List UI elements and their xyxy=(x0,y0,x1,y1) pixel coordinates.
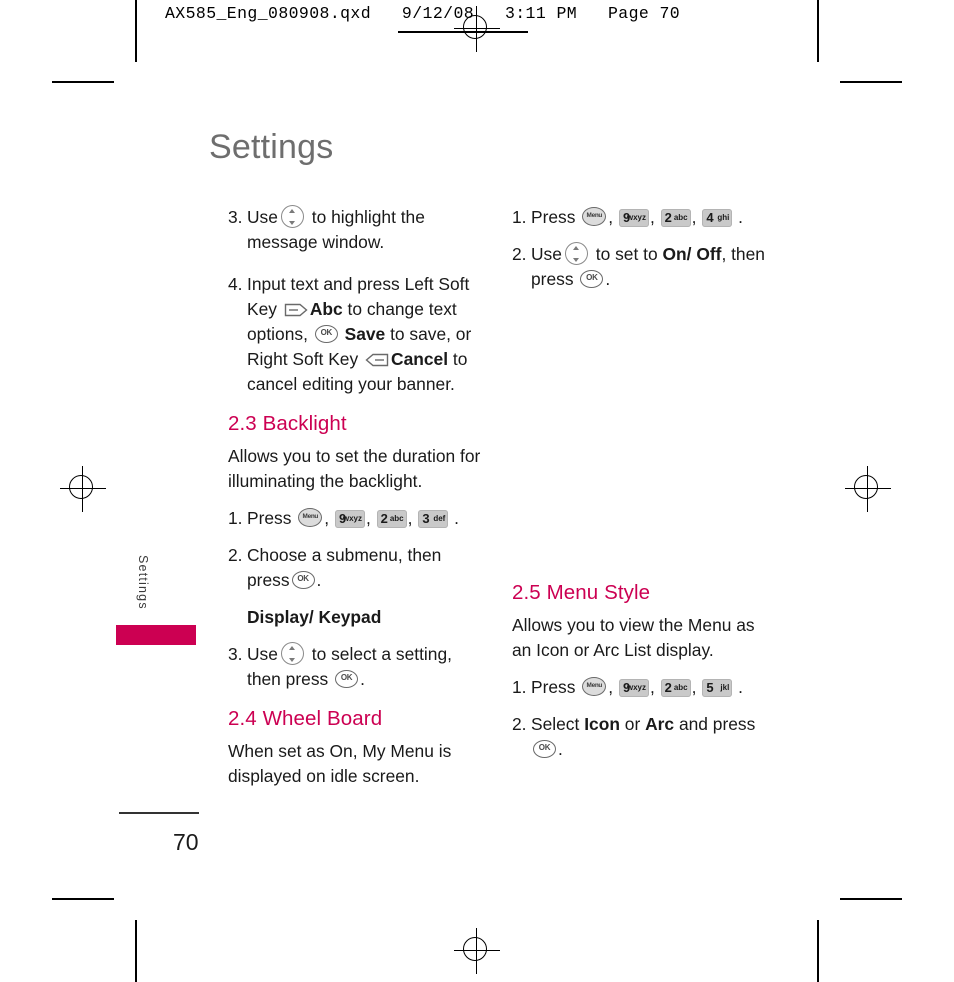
option-arc-label: Arc xyxy=(645,714,675,734)
section-2-4-description: When set as On, My Menu is displayed on … xyxy=(228,741,452,786)
section-2-3-submenu: Display/ Keypad xyxy=(228,605,484,630)
step-body: Input text and press Left Soft Key Abc t… xyxy=(247,272,484,397)
softkey-label-abc: Abc xyxy=(309,299,343,319)
press-label: Press xyxy=(531,677,576,697)
left-step-4: 4. Input text and press Left Soft Key Ab… xyxy=(228,272,484,397)
key-5-icon: 5 jkl xyxy=(702,679,733,697)
left-step-3: 3. Use to highlight the message window. xyxy=(228,205,484,255)
step-text-before: Use xyxy=(247,644,278,664)
section-2-3-step-2: 2. Choose a submenu, then press OK. xyxy=(228,543,484,593)
ok-key-icon: OK xyxy=(291,571,315,589)
ok-key-icon: OK xyxy=(533,740,556,758)
key-3-icon: 3 def xyxy=(418,510,449,528)
section-2-3-description: Allows you to set the duration for illum… xyxy=(228,446,481,491)
step-body: Select Icon or Arc and press OK. xyxy=(531,714,756,759)
nav-key-icon xyxy=(280,642,304,665)
key-4-icon: 4 ghi xyxy=(702,209,733,227)
step-text: Choose a submenu, then press xyxy=(247,545,442,590)
step-number: 1. xyxy=(512,677,527,697)
footer-rule xyxy=(119,812,199,814)
press-label: Press xyxy=(247,508,292,528)
section-heading-2-3: 2.3 Backlight xyxy=(228,412,347,435)
key-9-icon: 9 wxyz xyxy=(618,679,649,697)
step-text-before: Use xyxy=(247,207,278,227)
step-text-before: Select xyxy=(531,714,580,734)
side-tab-label: Settings xyxy=(136,555,150,610)
step-number: 2. xyxy=(512,244,527,264)
step-body: Choose a submenu, then press OK. xyxy=(247,545,442,590)
section-2-3-step-1: 1. Press Menu, 9 wxyz, 2 abc, 3 def . xyxy=(228,506,484,531)
section-heading-2-4: 2.4 Wheel Board xyxy=(228,707,383,730)
step-body: Press Menu, 9 wxyz, 2 abc, 5 jkl . xyxy=(531,677,743,697)
left-column: 3. Use to highlight the message window. … xyxy=(228,205,484,795)
section-2-3-step-3: 3. Use to select a setting, then press O… xyxy=(228,642,484,692)
right-step-1: 1. Press Menu, 9 wxyz, 2 abc, 4 ghi . xyxy=(512,205,774,230)
submenu-label: Display/ Keypad xyxy=(247,607,382,627)
step-number: 2. xyxy=(512,714,527,734)
step-text-before: Use xyxy=(531,244,562,264)
right-soft-key-icon xyxy=(365,353,389,367)
section-2-5-step-1: 1. Press Menu, 9 wxyz, 2 abc, 5 jkl . xyxy=(512,675,774,700)
section-2-5-step-2: 2. Select Icon or Arc and press OK. xyxy=(512,712,774,762)
right-column: 1. Press Menu, 9 wxyz, 2 abc, 4 ghi . 2. Us… xyxy=(512,205,774,768)
step-indent xyxy=(228,605,247,630)
step-body: Use to highlight the message window. xyxy=(247,205,484,255)
onoff-label: On/ Off xyxy=(662,244,722,264)
nav-key-icon xyxy=(564,242,588,265)
nav-key-icon xyxy=(280,205,304,228)
step-text-after: and press xyxy=(678,714,756,734)
key-9-icon: 9 wxyz xyxy=(618,209,649,227)
softkey-label-save: Save xyxy=(344,324,386,344)
step-body: Use to set to On/ Off, then press OK. xyxy=(531,242,765,289)
section-2-5-description: Allows you to view the Menu as an Icon o… xyxy=(512,615,755,660)
step-number: 2. xyxy=(228,545,243,565)
menu-key-icon: Menu xyxy=(298,508,323,527)
key-2-icon: 2 abc xyxy=(376,510,407,528)
ok-key-icon: OK xyxy=(314,325,338,343)
step-body: Press Menu, 9 wxyz, 2 abc, 4 ghi . xyxy=(531,207,743,227)
page-title: Settings xyxy=(209,128,334,166)
key-2-icon: 2 abc xyxy=(660,209,691,227)
step-number: 1. xyxy=(228,508,243,528)
page-content: Settings 3. Use to highlight the message… xyxy=(0,0,954,982)
step-body: Use to select a setting, then press OK. xyxy=(247,642,452,689)
step-number: 3. xyxy=(228,207,243,227)
step-number: 3. xyxy=(228,644,243,664)
step-body: Press Menu, 9 wxyz, 2 abc, 3 def . xyxy=(247,508,459,528)
step-number: 4. xyxy=(228,274,243,294)
step-number: 1. xyxy=(512,207,527,227)
option-icon-label: Icon xyxy=(584,714,620,734)
ok-key-icon: OK xyxy=(335,670,359,688)
key-9-icon: 9 wxyz xyxy=(334,510,365,528)
menu-key-icon: Menu xyxy=(582,207,607,226)
step-text-mid: or xyxy=(624,714,641,734)
left-soft-key-icon xyxy=(284,303,308,317)
side-tab-bar xyxy=(116,625,196,645)
page-number: 70 xyxy=(173,829,199,855)
right-step-2: 2. Use to set to On/ Off, then press OK. xyxy=(512,242,774,292)
menu-key-icon: Menu xyxy=(582,677,607,696)
section-heading-2-5: 2.5 Menu Style xyxy=(512,581,651,604)
key-2-icon: 2 abc xyxy=(660,679,691,697)
softkey-label-cancel: Cancel xyxy=(391,349,449,369)
step-text-middle: to set to xyxy=(595,244,658,264)
press-label: Press xyxy=(531,207,576,227)
ok-key-icon: OK xyxy=(580,270,604,288)
